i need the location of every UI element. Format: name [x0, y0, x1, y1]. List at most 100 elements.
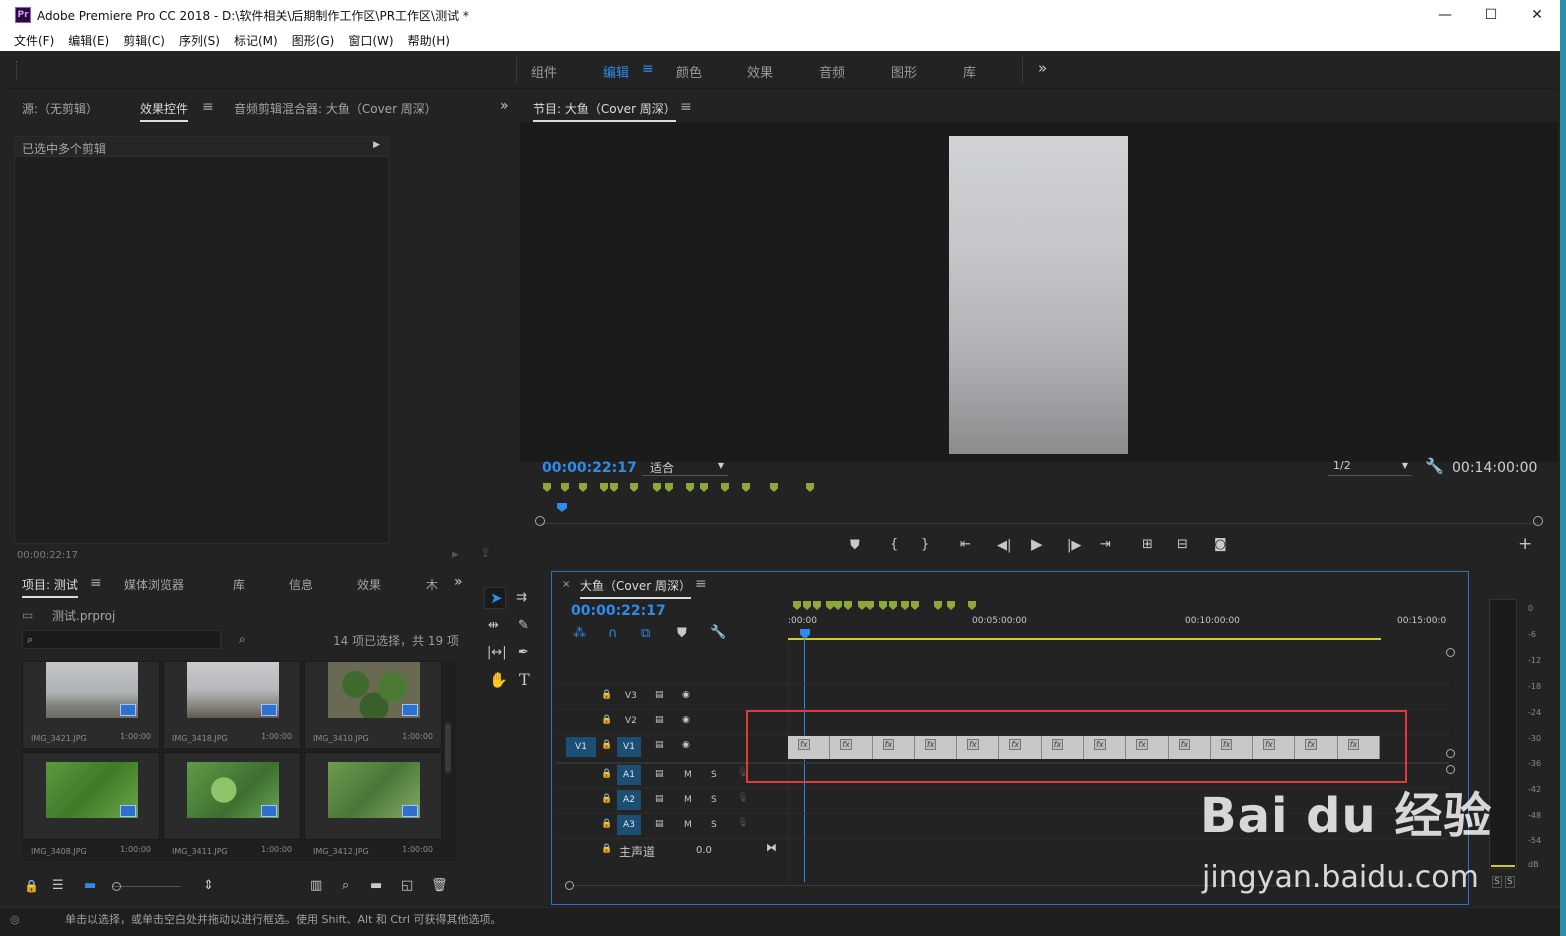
master-volume[interactable]: 0.0 — [696, 845, 712, 856]
type-tool-icon[interactable]: T — [519, 672, 530, 688]
eye-icon[interactable]: ◉ — [682, 690, 690, 700]
selection-tool-icon[interactable]: ➤ — [490, 591, 503, 606]
tab-info[interactable]: 信息 — [289, 576, 313, 593]
list-item[interactable]: IMG_3418.JPG 1:00:00 — [163, 661, 301, 749]
menu-file[interactable]: 文件(F) — [14, 32, 54, 49]
go-to-end-icon[interactable]: ⧓ — [766, 841, 777, 854]
track-label-a2[interactable]: A2 — [617, 790, 641, 810]
solo-right-button[interactable]: S — [1505, 876, 1515, 888]
sync-lock-icon[interactable]: ▤ — [655, 740, 664, 750]
close-button[interactable]: ✕ — [1514, 0, 1560, 30]
workspace-tab-assembly[interactable]: 组件 — [531, 62, 557, 81]
hamburger-icon[interactable]: ≡ — [642, 61, 654, 77]
lock-icon[interactable]: 🔒 — [601, 794, 612, 804]
clip-marker[interactable] — [561, 483, 569, 492]
menu-marker[interactable]: 标记(M) — [234, 32, 278, 49]
mark-out-icon[interactable]: } — [921, 538, 929, 551]
menu-graphics[interactable]: 图形(G) — [292, 32, 335, 49]
timeline-marker[interactable] — [934, 601, 942, 610]
clip-marker[interactable] — [806, 483, 814, 492]
filter-icon[interactable]: ▸ — [452, 548, 459, 561]
solo-button[interactable]: S — [711, 795, 717, 805]
list-item[interactable]: IMG_3410.JPG 1:00:00 — [304, 661, 442, 749]
clip-marker[interactable] — [770, 483, 778, 492]
timeline-marker[interactable] — [901, 601, 909, 610]
linked-selection-icon[interactable]: ⧉ — [641, 627, 650, 640]
timeline-marker[interactable] — [803, 601, 811, 610]
step-forward-icon[interactable]: |▶ — [1067, 539, 1081, 552]
program-scrub-bar[interactable] — [540, 518, 1538, 524]
program-timecode[interactable]: 00:00:22:17 — [542, 460, 637, 476]
clip-marker[interactable] — [600, 483, 608, 492]
lock-icon[interactable]: 🔒 — [601, 690, 612, 700]
microphone-icon[interactable]: 🎙 — [737, 818, 748, 828]
search-icon[interactable]: ⌕ — [342, 879, 349, 892]
lock-icon[interactable]: 🔒 — [601, 715, 612, 725]
lock-icon[interactable]: 🔒 — [601, 844, 612, 854]
timeline-marker[interactable] — [889, 601, 897, 610]
timeline-marker[interactable] — [813, 601, 821, 610]
workspace-tab-libraries[interactable]: 库 — [963, 62, 976, 81]
minimize-button[interactable]: — — [1422, 0, 1468, 30]
sync-lock-icon[interactable]: ▤ — [655, 690, 664, 700]
tab-effects[interactable]: 效果 — [357, 576, 381, 593]
sequence-tab[interactable]: 大鱼（Cover 周深） — [580, 577, 691, 599]
extract-icon[interactable]: ⊟ — [1177, 538, 1188, 551]
timeline-timecode[interactable]: 00:00:22:17 — [571, 603, 666, 619]
sync-lock-icon[interactable]: ▤ — [655, 769, 664, 779]
vertical-zoom-handle[interactable] — [1446, 648, 1455, 657]
new-bin-icon[interactable]: ▬ — [370, 879, 382, 892]
playhead-marker[interactable] — [557, 503, 567, 512]
go-to-out-icon[interactable]: ⇥ — [1100, 538, 1111, 551]
sync-lock-icon[interactable]: ▤ — [655, 715, 664, 725]
lock-icon[interactable]: 🔒 — [601, 769, 612, 779]
timeline-marker[interactable] — [947, 601, 955, 610]
track-label-a3[interactable]: A3 — [617, 815, 641, 835]
mute-button[interactable]: M — [684, 820, 692, 830]
horizontal-zoom-handle[interactable] — [565, 881, 574, 890]
clip-marker[interactable] — [579, 483, 587, 492]
hamburger-icon[interactable]: ≡ — [202, 99, 214, 115]
clip-marker[interactable] — [742, 483, 750, 492]
tab-media-browser[interactable]: 媒体浏览器 — [124, 576, 184, 593]
hand-tool-icon[interactable]: ✋ — [489, 673, 508, 688]
new-item-icon[interactable]: ◱ — [401, 879, 413, 892]
export-icon[interactable]: ⇪ — [480, 547, 491, 560]
vertical-zoom-handle[interactable] — [1446, 749, 1455, 758]
add-marker-icon[interactable]: ⛊ — [677, 627, 687, 640]
zoom-slider[interactable] — [112, 886, 180, 887]
timeline-marker[interactable] — [834, 601, 842, 610]
track-select-tool-icon[interactable]: ⇉ — [516, 591, 527, 604]
workspace-tab-graphics[interactable]: 图形 — [891, 62, 917, 81]
timeline-marker[interactable] — [858, 601, 866, 610]
clip-marker[interactable] — [630, 483, 638, 492]
lift-icon[interactable]: ⊞ — [1142, 538, 1153, 551]
workspace-tab-color[interactable]: 颜色 — [676, 62, 702, 81]
tab-audio-clip-mixer[interactable]: 音频剪辑混合器: 大鱼（Cover 周深） — [234, 100, 437, 117]
close-tab-icon[interactable]: × — [562, 579, 570, 590]
scrollbar[interactable] — [445, 723, 451, 773]
clip-marker[interactable] — [721, 483, 729, 492]
timeline-marker[interactable] — [793, 601, 801, 610]
pen-tool-icon[interactable]: ✒ — [518, 646, 529, 659]
vertical-zoom-handle[interactable] — [1446, 765, 1455, 774]
clip-marker[interactable] — [653, 483, 661, 492]
menu-window[interactable]: 窗口(W) — [348, 32, 393, 49]
overflow-icon[interactable]: » — [1038, 59, 1047, 77]
maximize-button[interactable]: ☐ — [1468, 0, 1514, 30]
menu-sequence[interactable]: 序列(S) — [179, 32, 220, 49]
sort-icon[interactable]: ⇕ — [203, 879, 214, 892]
list-view-icon[interactable]: ☰ — [52, 879, 64, 892]
timeline-marker[interactable] — [968, 601, 976, 610]
tab-more[interactable]: ⽊ — [426, 576, 438, 593]
timeline-marker[interactable] — [866, 601, 874, 610]
list-item[interactable]: IMG_3421.JPG 1:00:00 — [22, 661, 160, 749]
track-label-a1[interactable]: A1 — [617, 765, 641, 785]
mark-in-icon[interactable]: { — [890, 538, 898, 551]
menu-clip[interactable]: 剪辑(C) — [123, 32, 165, 49]
nest-icon[interactable]: ⁂ — [573, 627, 586, 640]
list-item[interactable]: IMG_3408.JPG 1:00:00 — [22, 752, 160, 856]
snap-magnet-icon[interactable]: ∩ — [608, 627, 618, 640]
source-patch-v1[interactable]: V1 — [566, 737, 596, 757]
workspace-tab-effects[interactable]: 效果 — [747, 62, 773, 81]
